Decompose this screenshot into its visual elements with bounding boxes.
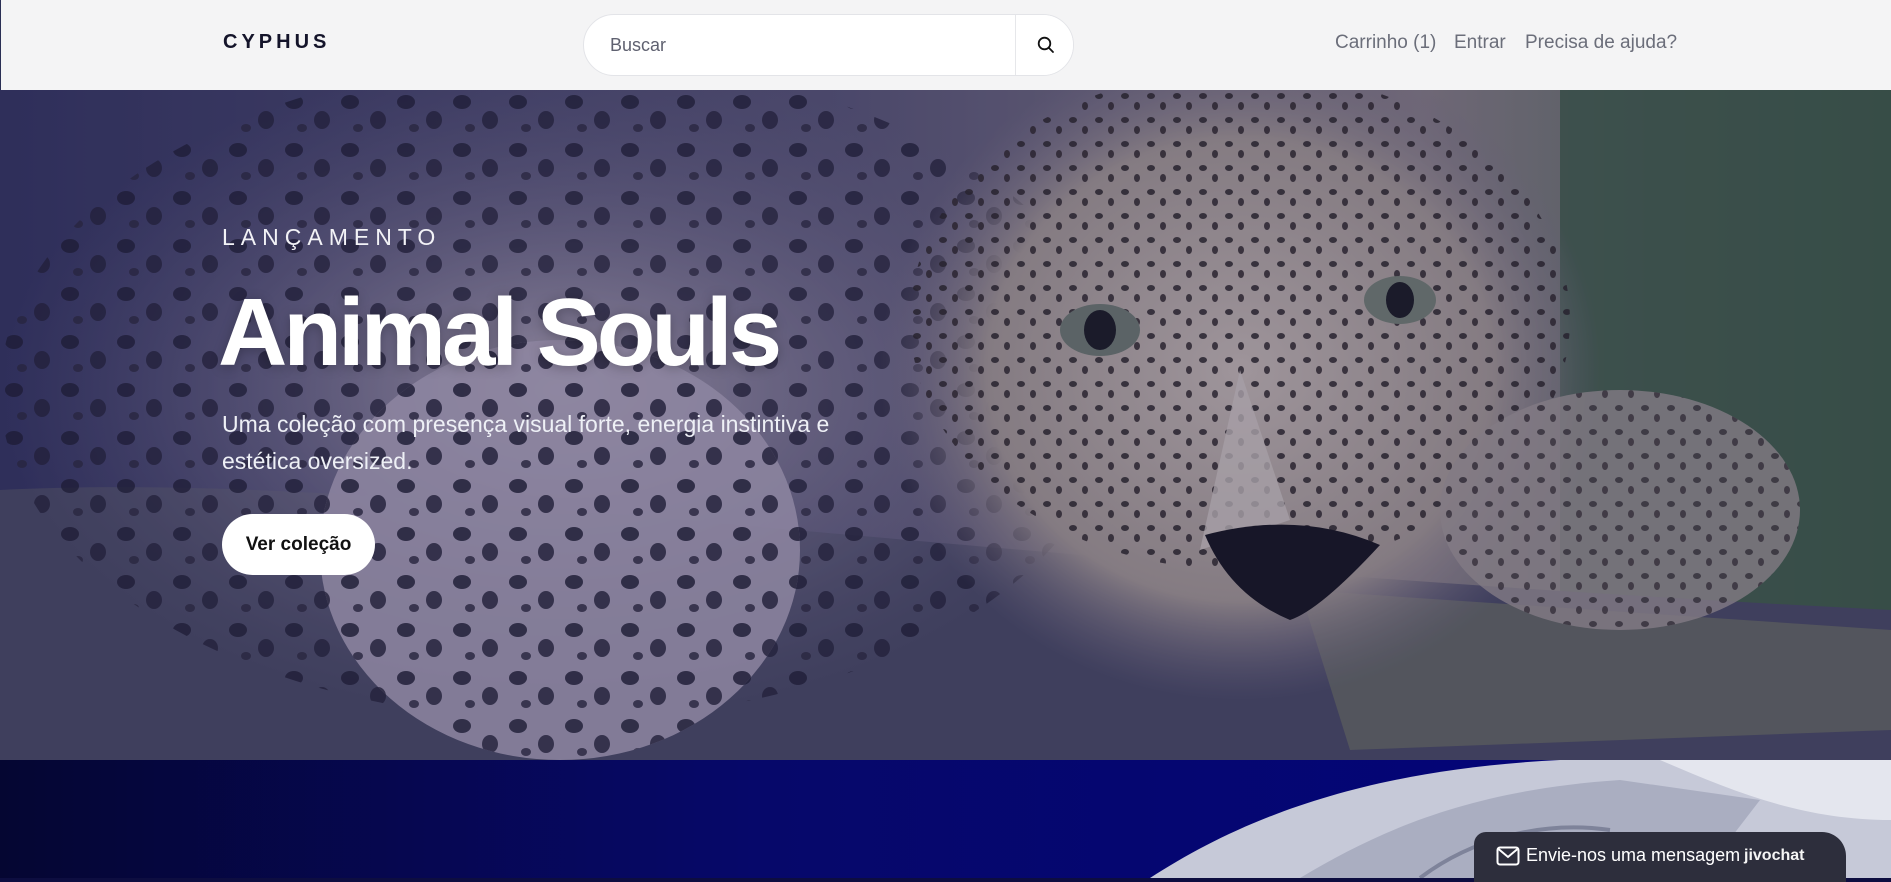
nav-cart-link[interactable]: Carrinho (1) [1335, 32, 1436, 54]
mail-icon [1496, 846, 1520, 866]
chat-widget[interactable]: Envie-nos uma mensagem jivochat [1474, 832, 1846, 882]
hero-banner: LANÇAMENTO Animal Souls Uma coleção com … [0, 90, 1891, 760]
chat-widget-brand: jivochat [1744, 847, 1805, 864]
nav-login-link[interactable]: Entrar [1454, 32, 1506, 54]
site-logo[interactable]: CYPHUS [223, 31, 330, 54]
nav-help-link[interactable]: Precisa de ajuda? [1525, 32, 1677, 54]
search-button[interactable] [1015, 15, 1073, 75]
search-icon [1037, 36, 1054, 53]
hero-subtitle: Uma coleção com presença visual forte, e… [222, 411, 830, 474]
hero-eyebrow: LANÇAMENTO [222, 224, 442, 250]
site-header: CYPHUS Carrinho (1) Entrar Precisa de aj… [0, 0, 1891, 90]
chat-widget-label: Envie-nos uma mensagem [1526, 845, 1741, 865]
hero-title: Animal Souls [218, 279, 782, 386]
search-input[interactable] [584, 15, 1015, 75]
search-bar [583, 14, 1074, 76]
view-collection-button[interactable]: Ver coleção [222, 514, 375, 575]
